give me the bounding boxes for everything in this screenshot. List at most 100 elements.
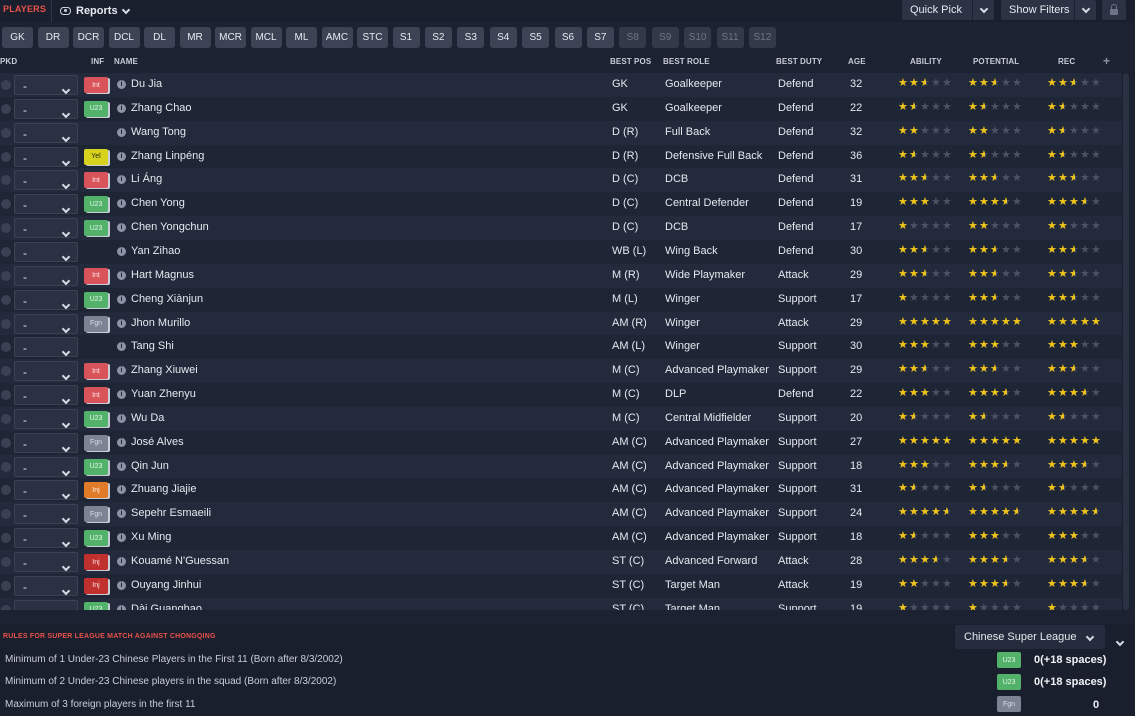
pkd-select[interactable]: - — [14, 528, 78, 549]
position-filter-dr[interactable]: DR — [37, 27, 69, 48]
info-icon[interactable]: i — [117, 342, 126, 352]
table-row[interactable]: - Int i Yuan Zhenyu M (C) DLP Defend 22 ★ ★ ★ ★ ★ ★ ★ ★… — [0, 383, 1122, 408]
position-filter-s4[interactable]: S4 — [489, 27, 517, 48]
info-icon[interactable]: i — [117, 318, 126, 328]
table-row[interactable]: - i Tang Shi AM (L) Winger Support 30 ★ ★ ★ ★ ★ ★ ★ ★ ★… — [0, 335, 1122, 360]
position-filter-s5[interactable]: S5 — [522, 27, 550, 48]
pick-circle-icon[interactable] — [1, 103, 11, 114]
table-row[interactable]: - Int i Du Jia GK Goalkeeper Defend 32 ★ ★ ★ ★ ★ ★ ★ ★ ★… — [0, 73, 1122, 97]
player-name[interactable]: Tang Shi — [131, 340, 174, 352]
table-row[interactable]: - Yel i Zhang Linpéng D (R) Defensive Full Ba… — [0, 144, 1122, 169]
player-name[interactable]: Ouyang Jinhui — [131, 579, 201, 591]
player-name[interactable]: Yan Zihao — [131, 245, 180, 257]
player-name[interactable]: Qin Jun — [131, 460, 169, 472]
pick-circle-icon[interactable] — [1, 437, 11, 448]
player-name[interactable]: Du Jia — [131, 78, 162, 90]
player-name[interactable]: Sepehr Esmaeili — [131, 507, 211, 519]
player-name[interactable]: Cheng Xiànjun — [131, 293, 203, 305]
player-name[interactable]: Jhon Murillo — [131, 317, 190, 329]
info-icon[interactable]: i — [117, 80, 126, 89]
pkd-select[interactable]: - — [14, 456, 78, 477]
status-badge[interactable]: Int — [84, 172, 108, 189]
pick-circle-icon[interactable] — [1, 151, 11, 162]
table-row[interactable]: - U23 i Chen Yong D (C) Central Defender Defen… — [0, 192, 1122, 217]
status-badge[interactable]: Fgn — [84, 434, 108, 451]
info-icon[interactable]: i — [117, 413, 126, 423]
table-row[interactable]: - U23 i Qin Jun AM (C) Advanced Playmaker Supp… — [0, 454, 1122, 479]
pick-circle-icon[interactable] — [1, 390, 11, 401]
pick-circle-icon[interactable] — [1, 413, 11, 424]
pick-circle-icon[interactable] — [1, 246, 11, 257]
position-filter-dcl[interactable]: DCL — [108, 27, 140, 48]
position-filter-s6[interactable]: S6 — [554, 27, 582, 48]
position-filter-s11[interactable]: S11 — [716, 27, 744, 48]
status-badge[interactable]: U23 — [84, 410, 108, 427]
table-row[interactable]: - Fgn i José Alves AM (C) Advanced Playmaker S… — [0, 430, 1122, 455]
position-filter-ml[interactable]: ML — [286, 27, 317, 48]
pkd-select[interactable]: - — [14, 75, 78, 95]
table-row[interactable]: - Int i Zhang Xiuwei M (C) Advanced Playmaker… — [0, 359, 1122, 384]
reports-dropdown[interactable]: Reports — [60, 2, 130, 20]
position-filter-dl[interactable]: DL — [144, 27, 175, 48]
status-badge[interactable]: U23 — [84, 100, 108, 117]
status-badge[interactable]: Int — [84, 77, 108, 93]
status-badge[interactable]: U23 — [84, 601, 108, 610]
info-icon[interactable]: i — [117, 151, 126, 161]
position-filter-s9[interactable]: S9 — [651, 27, 679, 48]
status-badge[interactable]: Int — [84, 363, 108, 380]
status-badge[interactable]: Int — [84, 267, 108, 284]
table-row[interactable]: - U23 i Chen Yongchun D (C) DCB Defend 17 ★ ★ ★ ★ ★ ★… — [0, 216, 1122, 241]
status-badge[interactable]: U23 — [84, 220, 108, 237]
pick-circle-icon[interactable] — [1, 294, 11, 305]
pkd-select[interactable]: - — [14, 432, 78, 453]
table-row[interactable]: - U23 i Wu Da M (C) Central Midfielder Support… — [0, 406, 1122, 431]
pick-circle-icon[interactable] — [1, 127, 11, 138]
info-icon[interactable]: i — [117, 223, 126, 233]
pkd-select[interactable]: - — [14, 218, 78, 239]
info-icon[interactable]: i — [117, 461, 126, 471]
add-column-icon[interactable]: + — [1103, 54, 1110, 68]
pkd-select[interactable]: - — [14, 98, 78, 119]
table-row[interactable]: - Inj i Ouyang Jinhui ST (C) Target Man Attack… — [0, 573, 1122, 598]
table-row[interactable]: - Fgn i Jhon Murillo AM (R) Winger Attack 29 ★ ★ ★… — [0, 311, 1122, 336]
position-filter-s8[interactable]: S8 — [619, 27, 647, 48]
pkd-select[interactable]: - — [14, 361, 78, 382]
status-badge[interactable]: Int — [84, 387, 108, 404]
player-name[interactable]: Zhang Xiuwei — [131, 364, 198, 376]
table-row[interactable]: - i Wang Tong D (R) Full Back Defend 32 ★ ★ ★ ★ ★ ★ ★… — [0, 120, 1122, 145]
col-age[interactable]: AGE — [848, 57, 866, 66]
player-name[interactable]: Zhang Chao — [131, 102, 192, 114]
pick-circle-icon[interactable] — [1, 366, 11, 377]
info-icon[interactable]: i — [117, 270, 126, 280]
info-icon[interactable]: i — [117, 533, 126, 543]
player-name[interactable]: Zhuang Jiajie — [131, 483, 196, 495]
table-row[interactable]: - U23 i Zhang Chao GK Goalkeeper Defend 22 ★ ★ ★ ★ ★… — [0, 96, 1122, 121]
position-filter-s10[interactable]: S10 — [684, 27, 712, 48]
table-row[interactable]: - U23 i Dài Guanghao ST (C) Target Man Support… — [0, 597, 1122, 610]
player-name[interactable]: Chen Yong — [131, 197, 185, 209]
pkd-select[interactable]: - — [14, 504, 78, 525]
collapse-panel-button[interactable] — [1115, 632, 1125, 650]
info-icon[interactable]: i — [117, 366, 126, 376]
pick-circle-icon[interactable] — [1, 318, 11, 329]
player-name[interactable]: Zhang Linpéng — [131, 150, 204, 162]
table-row[interactable]: - Int i Li Áng D (C) DCB Defend 31 ★ ★ ★ ★ ★ ★ ★ ★ ★ ★ ★ ★ ★… — [0, 168, 1122, 193]
position-filter-stc[interactable]: STC — [357, 27, 388, 48]
show-filters-dropdown[interactable] — [1074, 0, 1096, 20]
info-icon[interactable]: i — [117, 437, 126, 447]
info-icon[interactable]: i — [117, 127, 126, 137]
status-badge[interactable]: U23 — [84, 291, 108, 308]
position-filter-s2[interactable]: S2 — [424, 27, 452, 48]
pkd-select[interactable]: - — [14, 575, 78, 596]
player-name[interactable]: Dài Guanghao — [131, 603, 202, 610]
position-filter-s12[interactable]: S12 — [748, 27, 776, 48]
info-icon[interactable]: i — [117, 485, 126, 495]
pkd-select[interactable]: - — [14, 408, 78, 429]
pkd-select[interactable]: - — [14, 146, 78, 167]
pick-circle-icon[interactable] — [1, 557, 11, 567]
info-icon[interactable]: i — [117, 199, 126, 209]
pick-circle-icon[interactable] — [1, 223, 11, 234]
player-name[interactable]: Li Áng — [131, 173, 162, 185]
scrollbar[interactable] — [1122, 73, 1130, 610]
status-badge[interactable]: Inj — [84, 554, 108, 570]
